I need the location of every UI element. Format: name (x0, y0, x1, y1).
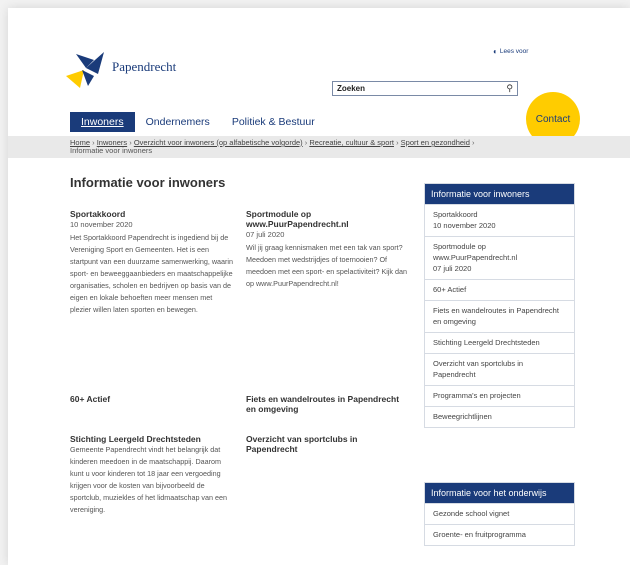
sidebar-heading: Informatie voor het onderwijs (425, 483, 574, 503)
content-item-60-plus-actief: 60+ Actief (70, 394, 235, 404)
content-item-stichting-leergeld: Stichting Leergeld Drechtsteden Gemeente… (70, 434, 235, 516)
speaker-icon: ◐ (493, 47, 498, 56)
contact-label: Contact (535, 113, 571, 125)
item-date: 07 juli 2020 (246, 230, 285, 239)
papendrecht-logo-icon (66, 52, 104, 88)
sidebar-item-sportclubs[interactable]: Overzicht van sportclubs in Papendrecht (425, 353, 574, 385)
nav-item-ondernemers[interactable]: Ondernemers (135, 112, 221, 132)
page-title: Informatie voor inwoners (70, 175, 226, 190)
sidebar-informatie-inwoners: Informatie voor inwoners Sportakkoord 10… (424, 183, 575, 428)
sidebar-item-stichting-leergeld[interactable]: Stichting Leergeld Drechtsteden (425, 332, 574, 353)
breadcrumb-separator: › (472, 138, 475, 147)
sidebar-item-programmas-projecten[interactable]: Programma's en projecten (425, 385, 574, 406)
logo-text: Papendrecht (112, 59, 177, 74)
sidebar-item-sportmodule[interactable]: Sportmodule op www.PuurPapendrecht.nl 07… (425, 236, 574, 279)
item-title[interactable]: Stichting Leergeld Drechtsteden (70, 434, 235, 444)
breadcrumb-overzicht[interactable]: Overzicht voor inwoners (op alfabetische… (134, 138, 303, 147)
main-nav: Inwoners Ondernemers Politiek & Bestuur (70, 112, 326, 132)
item-text: Gemeente Papendrecht vindt het belangrij… (70, 445, 228, 514)
content-item-sportakkoord: Sportakkoord 10 november 2020 Het Sporta… (70, 209, 235, 316)
breadcrumb-separator: › (396, 138, 399, 147)
breadcrumb-current: Informatie voor inwoners (70, 146, 153, 155)
sidebar-item-gezonde-school[interactable]: Gezonde school vignet (425, 503, 574, 524)
sidebar-item-sportakkoord[interactable]: Sportakkoord 10 november 2020 (425, 204, 574, 236)
item-title[interactable]: Overzicht van sportclubs in Papendrecht (246, 434, 411, 454)
content-item-sportclubs: Overzicht van sportclubs in Papendrecht (246, 434, 411, 454)
sidebar-informatie-onderwijs: Informatie voor het onderwijs Gezonde sc… (424, 482, 575, 546)
search-box: ⚲ (332, 81, 518, 96)
lees-voor-label: Lees voor (499, 48, 529, 55)
lees-voor-button[interactable]: ◐ Lees voor (493, 47, 528, 56)
content-item-fiets-wandelroutes: Fiets en wandelroutes in Papendrecht en … (246, 394, 411, 414)
breadcrumb-sport-gezondheid[interactable]: Sport en gezondheid (401, 138, 470, 147)
sidebar-item-fiets-wandelroutes[interactable]: Fiets en wandelroutes in Papendrecht en … (425, 300, 574, 332)
item-title[interactable]: Sportakkoord (70, 209, 235, 219)
logo[interactable]: Papendrecht (64, 50, 176, 90)
breadcrumb: Home › Inwoners › Overzicht voor inwoner… (70, 139, 580, 155)
nav-item-inwoners[interactable]: Inwoners (70, 112, 135, 132)
content-item-sportmodule: Sportmodule op www.PuurPapendrecht.nl 07… (246, 209, 411, 290)
item-date: 10 november 2020 (70, 220, 133, 229)
item-text: Het Sportakkoord Papendrecht is ingedien… (70, 233, 234, 314)
search-icon[interactable]: ⚲ (506, 83, 513, 94)
item-title[interactable]: Sportmodule op www.PuurPapendrecht.nl (246, 209, 411, 229)
breadcrumb-separator: › (304, 138, 308, 147)
sidebar-item-groente-fruit[interactable]: Groente- en fruitprogramma (425, 524, 574, 545)
breadcrumb-recreatie[interactable]: Recreatie, cultuur & sport (309, 138, 394, 147)
item-title[interactable]: Fiets en wandelroutes in Papendrecht en … (246, 394, 411, 414)
item-text: Wil jij graag kennismaken met een tak va… (246, 243, 408, 288)
sidebar-heading: Informatie voor inwoners (425, 184, 574, 204)
search-input[interactable] (337, 84, 487, 93)
sidebar-item-60-plus-actief[interactable]: 60+ Actief (425, 279, 574, 300)
page: Papendrecht ◐ Lees voor ⚲ Contact Inwone… (8, 8, 630, 565)
nav-item-politiek-bestuur[interactable]: Politiek & Bestuur (221, 112, 326, 132)
item-title[interactable]: 60+ Actief (70, 394, 235, 404)
sidebar-item-beweegrichtlijnen[interactable]: Beweegrichtlijnen (425, 406, 574, 427)
